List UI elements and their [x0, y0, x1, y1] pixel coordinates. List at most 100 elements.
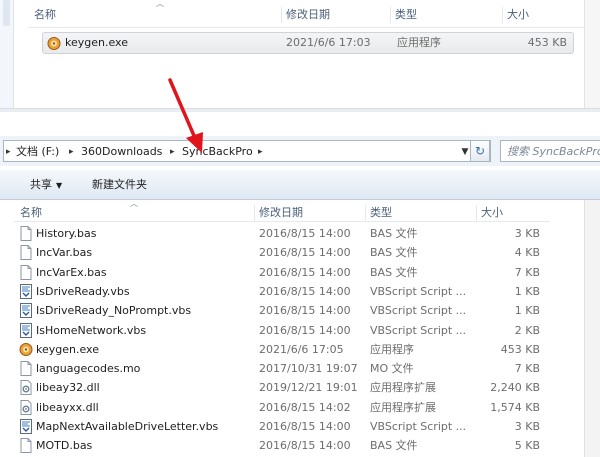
file-row[interactable]: keygen.exe 2021/6/6 17:05 应用程序 453 KB	[14, 340, 550, 359]
top-header-name[interactable]: 名称	[30, 7, 275, 23]
file-type: 应用程序扩展	[370, 381, 436, 395]
file-date: 2017/10/31 19:07	[259, 362, 358, 376]
file-row[interactable]: History.bas 2016/8/15 14:00 BAS 文件 3 KB	[14, 224, 550, 243]
search-input[interactable]: 搜索 SyncBackPro	[500, 140, 600, 162]
blank-file-icon	[19, 264, 33, 280]
breadcrumb-drive[interactable]: 文档 (F:)	[16, 144, 59, 160]
chevron-down-icon: ▼	[56, 181, 63, 190]
file-type: BAS 文件	[370, 246, 418, 260]
share-menu-button[interactable]: 共享 ▼	[30, 176, 62, 194]
blank-file-icon	[19, 226, 33, 241]
address-bar[interactable]: ▸ 文档 (F:) ▸ 360Downloads ▸ SyncBackPro ▸…	[3, 140, 491, 162]
file-name: MapNextAvailableDriveLetter.vbs	[36, 420, 219, 433]
command-toolbar: 共享 ▼ 新建文件夹	[0, 170, 600, 200]
file-type: BAS 文件	[370, 439, 418, 453]
file-row[interactable]: IsDriveReady_NoPrompt.vbs 2016/8/15 14:00…	[14, 301, 550, 320]
file-row[interactable]: libeayxx.dll 2016/8/15 14:02 应用程序扩展 1,574 K…	[14, 398, 550, 417]
vbscript-icon	[19, 303, 33, 319]
breadcrumb-folder-syncbackpro[interactable]: SyncBackPro	[182, 144, 253, 160]
file-row[interactable]: libeay32.dll 2019/12/21 19:01 应用程序扩展 2,240 …	[14, 378, 550, 397]
breadcrumb-chevron-icon[interactable]: ▸	[6, 144, 11, 160]
dll-gear-icon	[19, 380, 33, 396]
top-header-size[interactable]: 大小	[502, 7, 588, 23]
file-name: keygen.exe	[36, 342, 99, 356]
file-date: 2016/8/15 14:00	[259, 304, 351, 318]
file-name: IsDriveReady.vbs	[36, 284, 130, 298]
header-type[interactable]: 类型	[365, 205, 475, 221]
file-size: 1 KB	[514, 284, 540, 298]
breadcrumb-chevron-icon[interactable]: ▸	[258, 144, 263, 160]
top-header-date[interactable]: 修改日期	[281, 7, 389, 23]
keygen-app-icon	[47, 37, 61, 50]
header-size[interactable]: 大小	[476, 205, 550, 221]
file-date: 2016/8/15 14:00	[259, 246, 351, 260]
file-size: 4 KB	[514, 246, 540, 260]
file-name: libeayxx.dll	[36, 400, 99, 414]
file-row[interactable]: MOTD.bas 2016/8/15 14:00 BAS 文件 5 KB	[14, 436, 550, 455]
file-size: 2 KB	[514, 323, 540, 337]
sort-up-icon: ︿	[130, 199, 138, 208]
file-date: 2016/8/15 14:00	[259, 439, 351, 453]
vbscript-icon	[19, 283, 33, 299]
file-size: 2,240 KB	[490, 381, 540, 395]
file-row[interactable]: IncVar.bas 2016/8/15 14:00 BAS 文件 4 KB	[14, 243, 550, 262]
top-file-type: 应用程序	[397, 36, 441, 49]
share-label: 共享	[30, 178, 52, 191]
file-date: 2016/8/15 14:00	[259, 284, 351, 298]
file-size: 1,574 KB	[490, 400, 540, 414]
file-type: VBScript Script ...	[370, 323, 467, 337]
right-scrollbar[interactable]	[584, 200, 600, 457]
file-date: 2016/8/15 14:00	[259, 420, 351, 433]
dll-gear-icon	[19, 399, 33, 415]
file-date: 2019/12/21 19:01	[259, 381, 358, 395]
file-size: 7 KB	[514, 265, 540, 279]
top-header-type[interactable]: 类型	[390, 7, 500, 23]
breadcrumb-chevron-icon[interactable]: ▸	[170, 144, 175, 160]
keygen-app-icon	[19, 342, 33, 357]
column-header: 名称 ︿ 修改日期 类型 大小	[14, 199, 550, 222]
window-divider	[0, 108, 600, 112]
file-name: IncVar.bas	[36, 246, 93, 260]
top-file-date: 2021/6/6 17:03	[286, 36, 371, 49]
file-row[interactable]: IsHomeNetwork.vbs 2016/8/15 14:00 VBScript…	[14, 321, 550, 340]
blank-file-icon	[19, 438, 33, 454]
file-date: 2016/8/15 14:00	[259, 265, 351, 279]
refresh-button[interactable]: ↻	[470, 140, 490, 162]
vbscript-icon	[19, 419, 33, 434]
file-row[interactable]: MapNextAvailableDriveLetter.vbs 2016/8/15…	[14, 417, 550, 436]
left-scrollbar[interactable]	[0, 0, 14, 112]
breadcrumb-folder-360downloads[interactable]: 360Downloads	[81, 144, 162, 160]
new-folder-button[interactable]: 新建文件夹	[92, 176, 147, 194]
file-name: languagecodes.mo	[36, 362, 141, 376]
file-name: IncVarEx.bas	[36, 265, 107, 279]
breadcrumb-chevron-icon[interactable]: ▸	[69, 144, 74, 160]
file-type: BAS 文件	[370, 265, 418, 279]
file-date: 2021/6/6 17:05	[259, 342, 344, 356]
file-row[interactable]: IsDriveReady.vbs 2016/8/15 14:00 VBScript …	[14, 282, 550, 301]
file-size: 3 KB	[514, 420, 540, 433]
address-bar-area: ▸ 文档 (F:) ▸ 360Downloads ▸ SyncBackPro ▸…	[0, 136, 600, 166]
top-file-size: 453 KB	[527, 36, 567, 49]
blank-file-icon	[19, 245, 33, 261]
file-type: VBScript Script ...	[370, 284, 467, 298]
blank-file-icon	[19, 361, 33, 377]
file-type: 应用程序	[370, 342, 414, 356]
file-list: 名称 ︿ 修改日期 类型 大小 History.bas 2016/8/15 14:…	[0, 199, 600, 457]
file-row[interactable]: languagecodes.mo 2017/10/31 19:07 MO 文件 7 K…	[14, 359, 550, 378]
top-right-scrollbar[interactable]	[584, 0, 600, 112]
file-size: 1 KB	[514, 304, 540, 318]
file-name: History.bas	[36, 227, 97, 240]
top-file-row-keygen[interactable]: keygen.exe 2021/6/6 17:03 应用程序 453 KB	[42, 32, 574, 54]
file-name: IsDriveReady_NoPrompt.vbs	[36, 304, 192, 318]
file-size: 7 KB	[514, 362, 540, 376]
top-column-header: 名称 ︿ 修改日期 类型 大小	[28, 0, 588, 28]
file-date: 2016/8/15 14:00	[259, 227, 351, 240]
sort-up-icon: ︿	[156, 0, 164, 8]
file-date: 2016/8/15 14:00	[259, 323, 351, 337]
file-row[interactable]: IncVarEx.bas 2016/8/15 14:00 BAS 文件 7 KB	[14, 263, 550, 282]
header-date[interactable]: 修改日期	[254, 205, 362, 221]
top-explorer-window: 名称 ︿ 修改日期 类型 大小 keygen.exe 2021/6/6 17:0…	[0, 0, 600, 112]
file-size: 453 KB	[500, 342, 540, 356]
file-date: 2016/8/15 14:02	[259, 400, 351, 414]
search-placeholder: 搜索 SyncBackPro	[507, 145, 600, 158]
